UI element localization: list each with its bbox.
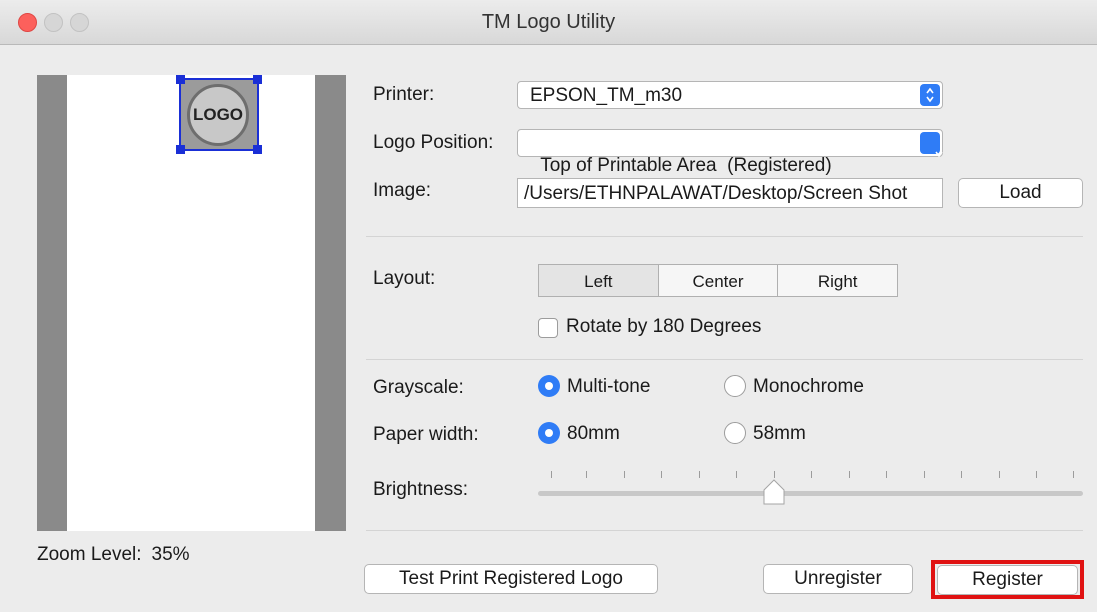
resize-handle-top-right[interactable] — [253, 75, 262, 84]
test-print-button[interactable]: Test Print Registered Logo — [364, 564, 658, 594]
monochrome-radio[interactable] — [724, 375, 746, 397]
slider-tick — [736, 471, 737, 478]
paper-preview: LOGO — [67, 75, 315, 531]
slider-tick — [849, 471, 850, 478]
divider — [366, 236, 1083, 237]
slider-tick — [774, 471, 775, 478]
paper-58mm-radio[interactable] — [724, 422, 746, 444]
divider — [366, 530, 1083, 531]
slider-tick — [624, 471, 625, 478]
slider-tick — [961, 471, 962, 478]
register-highlight-box — [931, 560, 1084, 599]
image-label: Image: — [373, 180, 432, 201]
resize-handle-top-left[interactable] — [176, 75, 185, 84]
brightness-slider-track[interactable] — [538, 491, 1083, 496]
updown-chevron-icon — [920, 84, 940, 106]
layout-center-segment[interactable]: Center — [659, 265, 779, 296]
slider-tick — [551, 471, 552, 478]
layout-label: Layout: — [373, 268, 436, 289]
multitone-radio[interactable] — [538, 375, 560, 397]
window-title: TM Logo Utility — [481, 11, 616, 33]
paper-width-label: Paper width: — [373, 424, 479, 445]
printer-value: EPSON_TM_m30 — [530, 85, 683, 106]
brightness-label: Brightness: — [373, 479, 469, 500]
image-path-field[interactable]: /Users/ETHNPALAWAT/Desktop/Screen Shot — [517, 178, 943, 208]
brightness-slider-thumb[interactable] — [762, 478, 786, 506]
unregister-button[interactable]: Unregister — [763, 564, 913, 594]
paper-80mm-radio[interactable] — [538, 422, 560, 444]
rotate-label: Rotate by 180 Degrees — [566, 316, 762, 337]
layout-segmented-control: Left Center Right — [538, 264, 898, 297]
slider-tick — [1073, 471, 1074, 478]
zoom-label: Zoom Level: — [37, 544, 142, 565]
divider — [366, 359, 1083, 360]
logo-text: LOGO — [192, 105, 244, 124]
paper-58mm-label: 58mm — [753, 423, 806, 444]
multitone-label: Multi-tone — [567, 376, 651, 397]
slider-tick — [886, 471, 887, 478]
slider-tick — [1036, 471, 1037, 478]
logo-image-selection[interactable]: LOGO — [176, 75, 262, 154]
load-button[interactable]: Load — [958, 178, 1083, 208]
slider-tick — [811, 471, 812, 478]
paper-80mm-label: 80mm — [567, 423, 620, 444]
title-bar: TM Logo Utility — [0, 0, 1097, 45]
zoom-value: 35% — [151, 544, 190, 565]
rotate-checkbox[interactable] — [538, 318, 558, 338]
printer-select[interactable]: EPSON_TM_m30 — [517, 81, 943, 109]
resize-handle-bottom-right[interactable] — [253, 145, 262, 154]
logo-position-select[interactable]: Top of Printable Area (Registered) — [517, 129, 943, 176]
slider-tick — [999, 471, 1000, 478]
layout-right-segment[interactable]: Right — [778, 265, 897, 296]
slider-tick — [661, 471, 662, 478]
layout-left-segment[interactable]: Left — [539, 265, 659, 296]
monochrome-label: Monochrome — [753, 376, 864, 397]
chevron-down-icon — [920, 132, 943, 158]
logo-position-value: Top of Printable Area (Registered) — [540, 155, 832, 176]
zoom-level: Zoom Level: 35% — [37, 544, 190, 566]
grayscale-label: Grayscale: — [373, 377, 464, 398]
slider-tick — [924, 471, 925, 478]
logo-preview-panel: LOGO — [37, 75, 346, 531]
slider-tick — [699, 471, 700, 478]
logo-position-label: Logo Position: — [373, 132, 494, 153]
resize-handle-bottom-left[interactable] — [176, 145, 185, 154]
slider-tick — [586, 471, 587, 478]
logo-image: LOGO — [187, 84, 249, 146]
printer-label: Printer: — [373, 84, 435, 105]
